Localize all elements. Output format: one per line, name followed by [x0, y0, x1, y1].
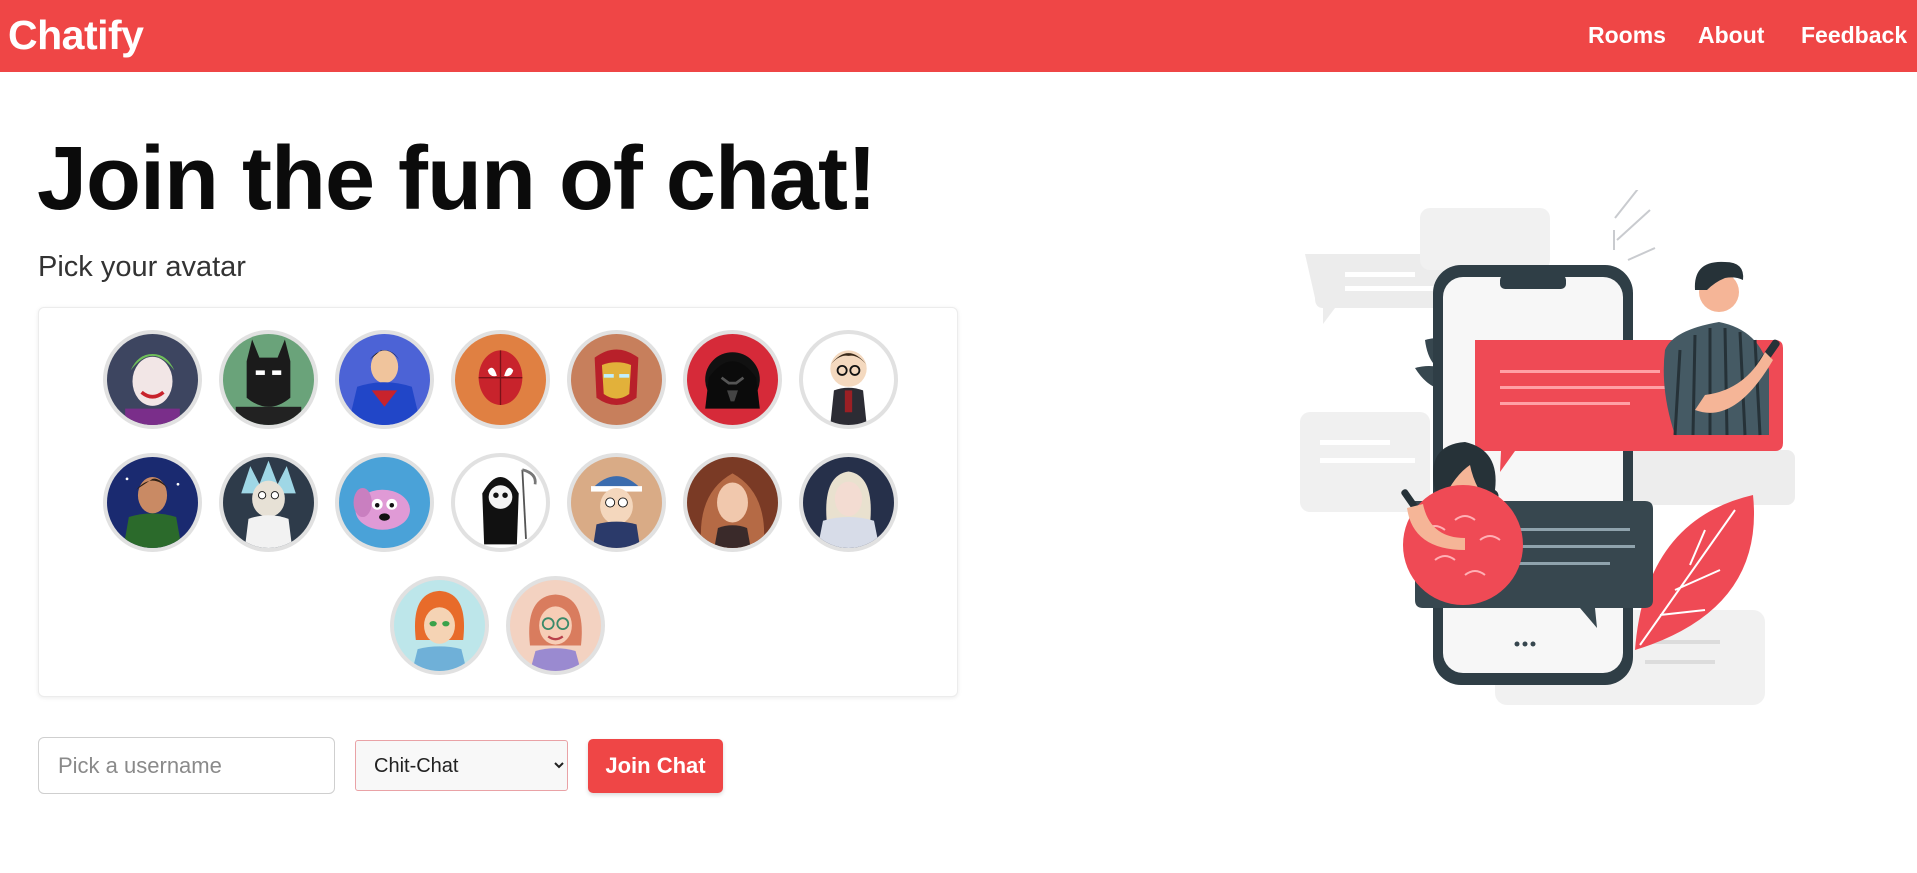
avatar-girl-glasses[interactable] [506, 576, 605, 675]
avatar-harry-potter[interactable] [799, 330, 898, 429]
avatar-dipper[interactable] [567, 453, 666, 552]
avatar-ben-10[interactable] [103, 453, 202, 552]
avatar-spider-man[interactable] [451, 330, 550, 429]
avatar-iron-man[interactable] [567, 330, 666, 429]
avatar-picker-panel [38, 307, 958, 697]
username-input[interactable] [38, 737, 335, 794]
room-select[interactable]: Chit-Chat [355, 740, 568, 791]
avatar-courage[interactable] [335, 453, 434, 552]
pick-avatar-label: Pick your avatar [38, 251, 246, 283]
avatar-gwen[interactable] [390, 576, 489, 675]
brand-logo[interactable]: Chatify [8, 12, 144, 59]
avatar-darth-vader[interactable] [683, 330, 782, 429]
avatar-rick[interactable] [219, 453, 318, 552]
avatar-girl-hoodie[interactable] [799, 453, 898, 552]
avatar-grim[interactable] [451, 453, 550, 552]
nav-feedback-link[interactable]: Feedback [1801, 22, 1907, 49]
nav-rooms-link[interactable]: Rooms [1588, 22, 1666, 49]
nav-about-link[interactable]: About [1698, 22, 1764, 49]
navbar: Chatify Rooms About Feedback [0, 0, 1917, 72]
join-chat-button[interactable]: Join Chat [588, 739, 723, 793]
avatar-hermione[interactable] [683, 453, 782, 552]
avatar-batman[interactable] [219, 330, 318, 429]
chat-illustration [1300, 190, 1795, 705]
avatar-joker[interactable] [103, 330, 202, 429]
page-title: Join the fun of chat! [37, 129, 877, 229]
avatar-superman[interactable] [335, 330, 434, 429]
